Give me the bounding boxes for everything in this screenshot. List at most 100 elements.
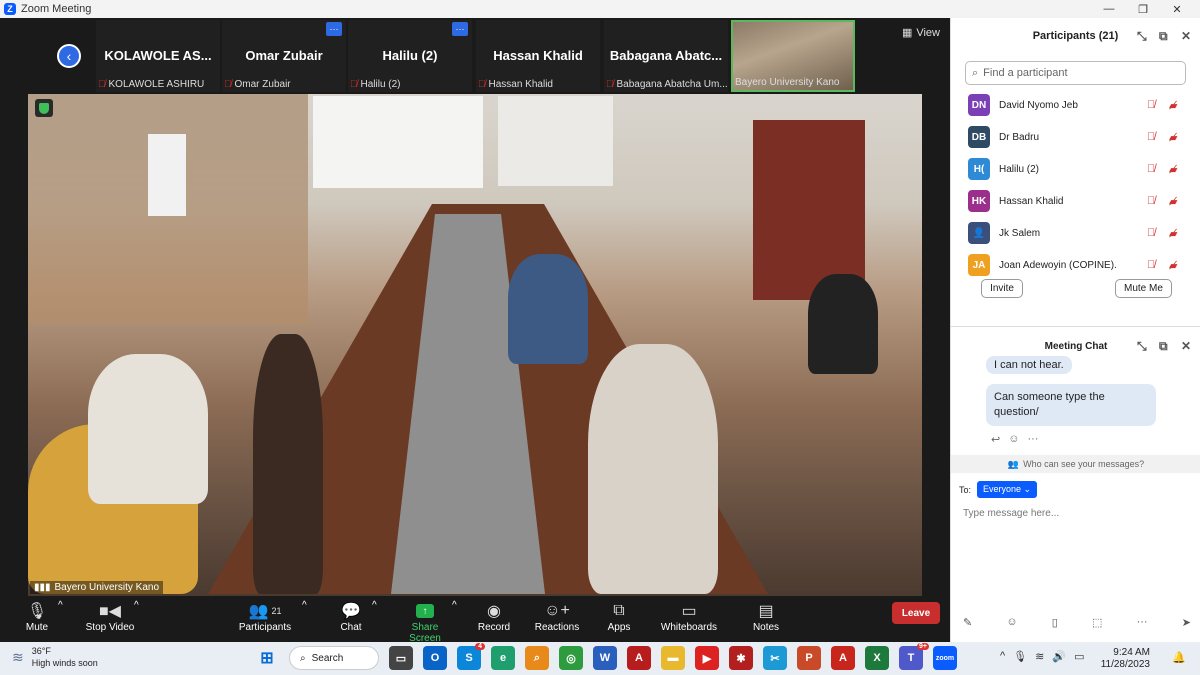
main-video[interactable]: ▮▮▮ Bayero University Kano xyxy=(28,94,922,596)
active-speaker-tile[interactable]: Bayero University Kano xyxy=(731,20,855,92)
participant-row[interactable]: H( Halilu (2) 🎙̸ ▰̸ xyxy=(951,153,1200,185)
microphone-icon[interactable]: 🎙 xyxy=(1013,650,1027,663)
title-bar: Z Zoom Meeting — ❐ ✕ xyxy=(0,0,1200,18)
participants-button[interactable]: 👥 21 Participants xyxy=(236,600,294,633)
pop-out-icon[interactable]: ⧉ xyxy=(1159,29,1168,44)
start-icon[interactable]: ⊞ xyxy=(255,646,279,670)
video-tile[interactable]: Babagana Abatc... 🎙̸ Babagana Abatcha Um.… xyxy=(604,20,728,92)
chrome-icon[interactable]: ◎ xyxy=(559,646,583,670)
emoji-icon[interactable]: ☺ xyxy=(1006,616,1017,629)
video-tile[interactable]: ··· Halilu (2) 🎙̸ Halilu (2) xyxy=(348,20,472,92)
mute-me-button[interactable]: Mute Me xyxy=(1115,279,1172,298)
mic-muted-icon: 🎙̸ xyxy=(1147,163,1156,175)
more-icon[interactable]: ··· xyxy=(1027,433,1038,446)
snipping-icon[interactable]: ✂ xyxy=(763,646,787,670)
video-tile[interactable]: Hassan Khalid 🎙̸ Hassan Khalid xyxy=(476,20,600,92)
chat-options-chevron-icon[interactable]: ^ xyxy=(372,600,377,611)
access-icon[interactable]: A xyxy=(627,646,651,670)
participant-search-input[interactable]: ⌕ Find a participant xyxy=(965,61,1186,85)
emoji-react-icon[interactable]: ☺ xyxy=(1008,433,1019,446)
security-shield-icon[interactable] xyxy=(35,99,53,117)
tile-name: Babagana Abatc... xyxy=(609,48,723,63)
outlook-icon[interactable]: O xyxy=(423,646,447,670)
more-options-icon[interactable]: ··· xyxy=(1137,616,1148,629)
restore-icon[interactable]: ❐ xyxy=(1128,0,1158,18)
participant-row[interactable]: JA Joan Adewoyin (COPINE). 🎙̸ ▰̸ xyxy=(951,249,1200,279)
video-off-icon: ▰̸ xyxy=(1169,195,1178,208)
more-options-icon[interactable]: ··· xyxy=(452,22,468,36)
zoom-icon[interactable]: zoom xyxy=(933,646,957,670)
participant-row[interactable]: DN David Nyomo Jeb 🎙̸ ▰̸ xyxy=(951,89,1200,121)
task-view-icon[interactable]: ▭ xyxy=(389,646,413,670)
wifi-icon[interactable]: ≋ xyxy=(1035,650,1044,663)
file-icon[interactable]: ▯ xyxy=(1052,616,1058,629)
close-chat-icon[interactable]: ✕ xyxy=(1181,339,1191,353)
send-icon[interactable]: ➤ xyxy=(1182,616,1191,629)
participants-options-chevron-icon[interactable]: ^ xyxy=(302,600,307,611)
share-screen-button[interactable]: ↑ Share Screen xyxy=(396,600,454,644)
apps-button[interactable]: ⧉ Apps xyxy=(604,600,634,633)
file-explorer-icon[interactable]: ▬ xyxy=(661,646,685,670)
skype-icon[interactable]: S4 xyxy=(457,643,485,670)
mic-muted-icon: 🎙̸ xyxy=(1147,259,1156,271)
word-icon[interactable]: W xyxy=(593,646,617,670)
whiteboards-button[interactable]: ▭ Whiteboards xyxy=(660,600,718,633)
minimize-icon[interactable]: — xyxy=(1094,0,1124,18)
chat-button[interactable]: 💬 Chat xyxy=(334,600,368,633)
reply-icon[interactable]: ↩ xyxy=(991,433,1000,446)
meeting-area: ‹ KOLAWOLE AS... 🎙̸ KOLAWOLE ASHIRU ··· O… xyxy=(0,18,950,642)
share-options-chevron-icon[interactable]: ^ xyxy=(452,600,457,611)
participants-icon: 👥 xyxy=(248,603,269,620)
system-tray: ^ 🎙 ≋ 🔊 ▭ xyxy=(1000,650,1084,663)
close-icon[interactable]: ✕ xyxy=(1162,0,1192,18)
invite-button[interactable]: Invite xyxy=(981,279,1023,298)
mute-button[interactable]: 🎙 Mute xyxy=(20,600,54,633)
video-tile[interactable]: KOLAWOLE AS... 🎙̸ KOLAWOLE ASHIRU xyxy=(96,20,220,92)
chevron-up-icon[interactable]: ^ xyxy=(1000,650,1005,663)
participant-row[interactable]: HK Hassan Khalid 🎙̸ ▰̸ xyxy=(951,185,1200,217)
close-panel-icon[interactable]: ✕ xyxy=(1181,29,1191,43)
pop-out-chat-icon[interactable]: ⧉ xyxy=(1159,339,1168,354)
leave-button[interactable]: Leave xyxy=(892,602,940,624)
teams-icon[interactable]: T 9+ xyxy=(899,643,929,670)
video-scene-person xyxy=(588,344,718,594)
notes-button[interactable]: ▤ Notes xyxy=(750,600,782,633)
video-tile[interactable]: ··· Omar Zubair 🎙̸ Omar Zubair xyxy=(222,20,346,92)
video-options-chevron-icon[interactable]: ^ xyxy=(134,600,139,611)
grid-icon: ▦ xyxy=(901,27,913,39)
stop-video-button[interactable]: ■◀ Stop Video xyxy=(82,600,138,633)
who-can-see-link[interactable]: 👥 Who can see your messages? xyxy=(951,455,1200,473)
participant-actions: Invite Mute Me xyxy=(951,279,1200,298)
volume-icon[interactable]: 🔊 xyxy=(1052,650,1066,663)
media-player-icon[interactable]: ▶ xyxy=(695,646,719,670)
clock[interactable]: 9:24 AM 11/28/2023 xyxy=(1101,647,1150,671)
participant-row[interactable]: DB Dr Badru 🎙̸ ▰̸ xyxy=(951,121,1200,153)
recipient-row: To: Everyone ⌄ xyxy=(959,481,1038,498)
weather-widget[interactable]: ≋ 36°F High winds soon xyxy=(12,645,98,669)
collapse-chat-icon[interactable]: ⤡ xyxy=(1137,339,1147,354)
excel-icon[interactable]: X xyxy=(865,646,889,670)
reactions-button[interactable]: ☺+ Reactions xyxy=(534,600,580,633)
notifications-icon[interactable]: 🔔 xyxy=(1172,651,1186,664)
app-icon[interactable]: ✱ xyxy=(729,646,753,670)
window-title: Zoom Meeting xyxy=(21,3,92,15)
recipient-select[interactable]: Everyone ⌄ xyxy=(977,481,1038,498)
powerpoint-icon[interactable]: P xyxy=(797,646,821,670)
previous-page-icon[interactable]: ‹ xyxy=(57,44,81,68)
chat-toolbar: ✎ ☺ ▯ ⬚ ··· ➤ xyxy=(963,616,1191,629)
more-options-icon[interactable]: ··· xyxy=(326,22,342,36)
edge-icon[interactable]: e xyxy=(491,646,515,670)
view-button[interactable]: ▦ View xyxy=(901,26,940,40)
teams-badge: 9+ xyxy=(917,643,929,650)
screenshot-icon[interactable]: ⬚ xyxy=(1092,616,1102,629)
taskbar-search[interactable]: ⌕ Search xyxy=(289,646,379,670)
search-app-icon[interactable]: ⌕ xyxy=(525,646,549,670)
participant-row[interactable]: 👤 Jk Salem 🎙̸ ▰̸ xyxy=(951,217,1200,249)
collapse-icon[interactable]: ⤡ xyxy=(1137,29,1147,44)
chat-input[interactable]: Type message here... xyxy=(963,508,1059,519)
format-icon[interactable]: ✎ xyxy=(963,616,972,629)
acrobat-icon[interactable]: A xyxy=(831,646,855,670)
record-button[interactable]: ◉ Record xyxy=(476,600,512,633)
battery-icon[interactable]: ▭ xyxy=(1074,650,1084,663)
mute-options-chevron-icon[interactable]: ^ xyxy=(58,600,63,611)
